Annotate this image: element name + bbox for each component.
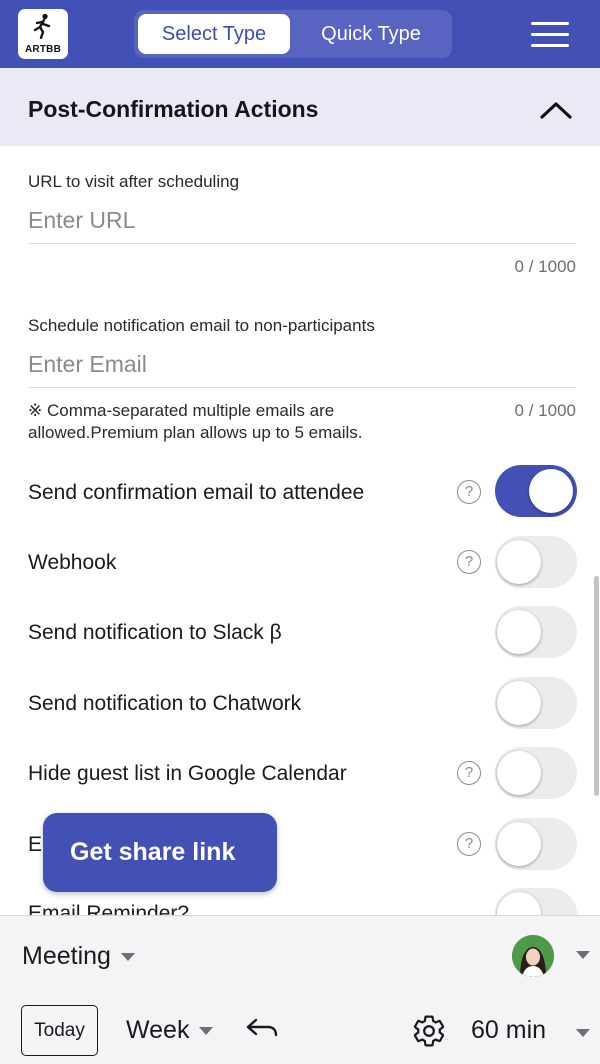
toggle-chatwork[interactable] xyxy=(495,677,577,729)
runner-logo-icon xyxy=(33,13,51,39)
caret-down-icon[interactable] xyxy=(576,951,590,959)
email-field-note: ※ Comma-separated multiple emails are al… xyxy=(28,401,363,442)
gear-icon[interactable] xyxy=(411,1013,447,1049)
toggle-label-slack: Send notification to Slack β xyxy=(28,621,282,644)
scrollbar[interactable] xyxy=(594,576,599,796)
type-segmented-control: Select Type Quick Type xyxy=(134,10,452,58)
hamburger-menu-icon[interactable] xyxy=(531,22,571,48)
toggle-label-hide-guest-list: Hide guest list in Google Calendar xyxy=(28,762,347,785)
tab-select-type[interactable]: Select Type xyxy=(138,14,290,54)
duration-select[interactable]: 60 min xyxy=(471,1016,546,1045)
caret-down-icon xyxy=(199,1027,214,1036)
help-icon[interactable]: ? xyxy=(457,761,481,785)
toggle-label-confirmation-email: Send confirmation email to attendee xyxy=(28,481,365,504)
event-type-label: Meeting xyxy=(22,942,111,970)
chevron-up-icon[interactable] xyxy=(538,98,574,122)
toggle-label-chatwork: Send notification to Chatwork xyxy=(28,692,302,715)
caret-down-icon xyxy=(120,953,135,962)
toggle-confirmation-email[interactable] xyxy=(495,465,577,517)
event-type-select[interactable]: Meeting xyxy=(22,942,135,971)
caret-down-icon[interactable] xyxy=(576,1029,590,1037)
logo-text: ARTBB xyxy=(25,44,61,55)
bottom-toolbar: Meeting Today Week 60 min xyxy=(0,915,600,1064)
toggle-webhook[interactable] xyxy=(495,536,577,588)
toggle-label-webhook: Webhook xyxy=(28,551,117,574)
view-label: Week xyxy=(126,1016,190,1044)
email-char-counter: 0 / 1000 xyxy=(514,401,576,420)
help-icon[interactable]: ? xyxy=(457,480,481,504)
url-char-counter: 0 / 1000 xyxy=(514,257,576,276)
toggle-partial[interactable] xyxy=(495,818,577,870)
today-button[interactable]: Today xyxy=(21,1005,98,1056)
url-input[interactable] xyxy=(28,198,576,244)
app-header: ARTBB Select Type Quick Type xyxy=(0,0,600,68)
get-share-link-button[interactable]: Get share link xyxy=(43,813,277,892)
section-header[interactable]: Post-Confirmation Actions xyxy=(0,68,600,146)
section-title: Post-Confirmation Actions xyxy=(28,96,319,122)
undo-icon[interactable] xyxy=(244,1016,280,1040)
toggle-slack[interactable] xyxy=(495,606,577,658)
tab-quick-type[interactable]: Quick Type xyxy=(294,14,448,54)
avatar-photo-icon xyxy=(512,935,554,977)
app-logo[interactable]: ARTBB xyxy=(18,9,68,59)
user-avatar[interactable] xyxy=(512,935,554,977)
toggle-hide-guest-list[interactable] xyxy=(495,747,577,799)
url-field-label: URL to visit after scheduling xyxy=(28,172,240,191)
email-input[interactable] xyxy=(28,342,576,388)
help-icon[interactable]: ? xyxy=(457,550,481,574)
email-field-label: Schedule notification email to non-parti… xyxy=(28,316,375,335)
help-icon[interactable]: ? xyxy=(457,832,481,856)
view-select[interactable]: Week xyxy=(126,1016,214,1045)
